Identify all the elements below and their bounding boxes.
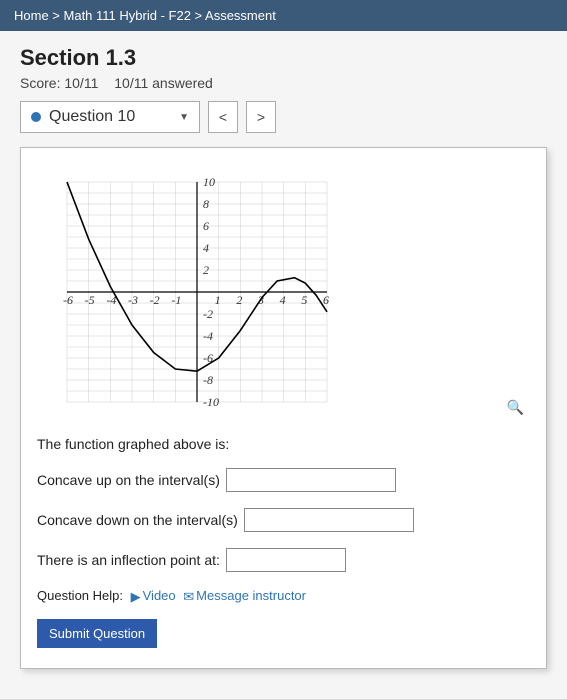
svg-text:-10: -10: [203, 395, 219, 409]
section-title: Section 1.3: [20, 45, 547, 71]
svg-text:2: 2: [236, 293, 242, 307]
submit-question-button[interactable]: Submit Question: [37, 619, 157, 648]
svg-text:4: 4: [280, 293, 286, 307]
svg-text:-6: -6: [63, 293, 73, 307]
score-label: Score:: [20, 75, 60, 91]
breadcrumb-page[interactable]: Assessment: [205, 8, 276, 23]
help-line: Question Help: ▶Video ✉Message instructo…: [37, 588, 530, 605]
inflection-input[interactable]: [226, 548, 346, 572]
function-graph: -6-5-4-3-2-1123456-10-8-6-4-2246810: [47, 162, 347, 422]
concave-up-label: Concave up on the interval(s): [37, 472, 220, 488]
svg-text:-1: -1: [171, 293, 181, 307]
question-selector[interactable]: Question 10 ▼: [20, 101, 200, 133]
svg-text:5: 5: [301, 293, 307, 307]
graph-container: -6-5-4-3-2-1123456-10-8-6-4-2246810 🔍: [47, 162, 530, 422]
message-link-label: Message instructor: [196, 588, 306, 603]
concave-down-input[interactable]: [244, 508, 414, 532]
status-dot-icon: [31, 112, 41, 122]
svg-text:4: 4: [203, 241, 209, 255]
concave-up-input[interactable]: [226, 468, 396, 492]
breadcrumb-home[interactable]: Home: [14, 8, 49, 23]
svg-text:-5: -5: [85, 293, 95, 307]
breadcrumb: Home > Math 111 Hybrid - F22 > Assessmen…: [0, 0, 567, 31]
inflection-label: There is an inflection point at:: [37, 552, 220, 568]
svg-text:2: 2: [203, 263, 209, 277]
magnify-icon[interactable]: 🔍: [507, 399, 524, 416]
video-icon: ▶: [131, 589, 141, 605]
svg-text:-2: -2: [150, 293, 160, 307]
svg-text:-4: -4: [203, 329, 213, 343]
mail-icon: ✉: [183, 589, 194, 605]
svg-text:-2: -2: [203, 307, 213, 321]
video-help-link[interactable]: ▶Video: [131, 588, 180, 603]
video-link-label: Video: [143, 588, 176, 603]
svg-text:8: 8: [203, 197, 209, 211]
breadcrumb-sep: >: [191, 8, 205, 23]
help-label: Question Help:: [37, 588, 123, 603]
svg-text:6: 6: [323, 293, 329, 307]
concave-down-label: Concave down on the interval(s): [37, 512, 238, 528]
message-instructor-link[interactable]: ✉Message instructor: [183, 588, 306, 603]
svg-text:1: 1: [215, 293, 221, 307]
question-body: -6-5-4-3-2-1123456-10-8-6-4-2246810 🔍 Th…: [20, 147, 547, 669]
svg-text:10: 10: [203, 175, 215, 189]
answered-count: 10/11 answered: [114, 75, 213, 91]
score-line: Score: 10/11 10/11 answered: [20, 75, 547, 91]
next-question-button[interactable]: >: [246, 101, 276, 133]
question-prompt: The function graphed above is:: [37, 436, 530, 452]
svg-text:-8: -8: [203, 373, 213, 387]
svg-text:6: 6: [203, 219, 209, 233]
chevron-down-icon: ▼: [179, 112, 189, 123]
question-selector-label: Question 10: [49, 108, 135, 126]
score-value: 10/11: [64, 75, 98, 91]
breadcrumb-course[interactable]: Math 111 Hybrid - F22: [64, 8, 191, 23]
svg-text:-3: -3: [128, 293, 138, 307]
breadcrumb-sep: >: [49, 8, 64, 23]
prev-question-button[interactable]: <: [208, 101, 238, 133]
